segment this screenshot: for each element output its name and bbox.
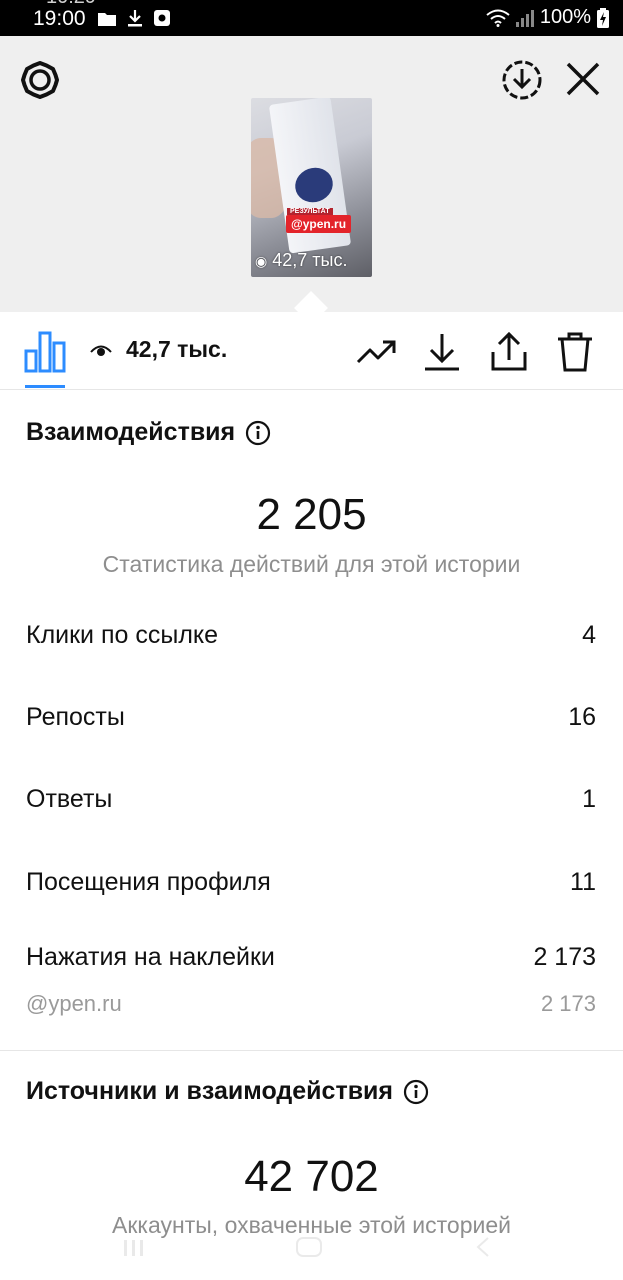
share-icon[interactable] [489,332,529,372]
stat-sub-label: @ypen.ru [26,991,122,1016]
interactions-total: 2 205 [256,490,367,539]
promote-trend-icon[interactable] [356,332,396,372]
thumbnail-sticker-label: РЕЗУЛЬТАТ [287,208,333,215]
folder-icon [98,12,116,26]
story-toolbar: 42,7 тыс. [0,312,623,390]
status-notification-icons [98,9,170,27]
status-time: 19:00 [33,7,86,30]
delete-trash-icon[interactable] [555,332,595,372]
discovery-total: 42 702 [244,1152,379,1201]
system-navigation-bar [124,1237,489,1257]
stat-label: Репосты [26,703,125,731]
stat-row-reposts: Репосты 16 [26,703,596,732]
views-summary: 42,7 тыс. [90,336,227,363]
stat-sub-value: 2 173 [540,991,596,1016]
stat-row-replies: Ответы 1 [26,785,596,814]
back-icon [476,1237,489,1257]
stat-value: 16 [568,703,596,731]
interactions-title: Взаимодействия [26,418,236,446]
save-download-circle-icon[interactable] [500,58,544,102]
discovery-section-title: Источники и взаимодействия [26,1077,429,1106]
status-system-icons: 100% [486,6,609,29]
signal-icon [515,9,534,27]
stat-label: Нажатия на наклейки [26,943,275,971]
story-preview-header: РЕЗУЛЬТАТ @ypen.ru ◉ 42,7 тыс. [0,36,623,312]
screenshot-icon [154,10,170,26]
download-icon [128,9,142,26]
recent-apps-icon [124,1240,143,1256]
section-divider [0,1050,623,1051]
thumbnail-views-count: 42,7 тыс. [272,250,348,270]
interactions-caption: Статистика действий для этой истории [102,551,521,577]
status-bar: 10:29 19:00 100% [0,0,623,36]
battery-percent: 100% [539,6,591,28]
info-icon[interactable] [403,1079,429,1105]
interactions-section-title: Взаимодействия [26,418,271,447]
home-icon [296,1237,322,1257]
eye-icon [90,345,112,356]
stat-subrow-sticker: @ypen.ru 2 173 [26,991,596,1017]
stat-value: 1 [582,785,596,813]
stat-row-sticker-taps: Нажатия на наклейки 2 173 [26,943,596,972]
insights-tab-underline [25,385,65,388]
stat-value: 2 173 [533,943,596,971]
story-thumbnail[interactable]: РЕЗУЛЬТАТ @ypen.ru ◉ 42,7 тыс. [251,98,372,277]
stat-label: Ответы [26,785,113,813]
stat-row-profile-visits: Посещения профиля 11 [26,868,596,897]
stat-value: 11 [570,868,596,896]
download-icon[interactable] [422,332,462,372]
stat-label: Клики по ссылке [26,621,219,649]
stat-label: Посещения профиля [26,868,271,896]
thumbnail-views-overlay: ◉ 42,7 тыс. [255,250,347,271]
close-icon[interactable] [563,59,603,99]
settings-gear-icon[interactable] [20,60,60,100]
discovery-title: Источники и взаимодействия [26,1077,394,1105]
stat-value: 4 [582,621,596,649]
info-icon[interactable] [245,420,271,446]
views-count: 42,7 тыс. [126,336,228,362]
battery-charging-icon [597,7,609,28]
thumbnail-eye-icon: ◉ [255,253,268,269]
wifi-icon [486,9,510,27]
stat-row-link-clicks: Клики по ссылке 4 [26,621,596,650]
thumbnail-link-sticker: @ypen.ru [286,215,352,233]
insights-bar-chart-icon[interactable] [22,329,68,373]
